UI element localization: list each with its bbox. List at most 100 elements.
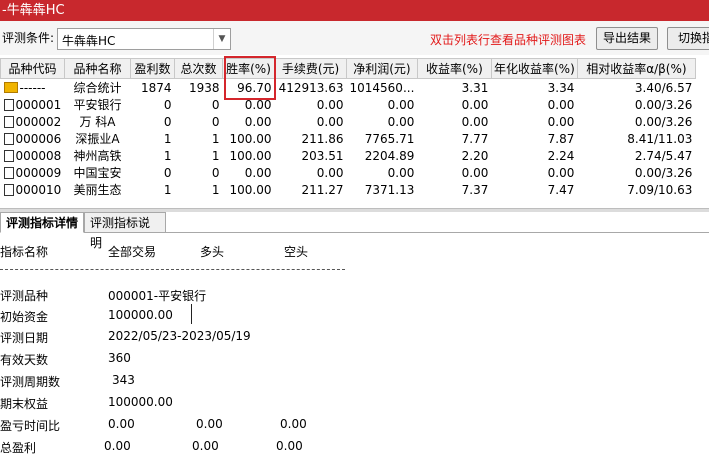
cell: 100.00 [229,182,272,197]
cell: 0.00 [244,165,272,180]
metric-value-long: 0.00 [192,439,219,453]
name-cell: 美丽生态 [73,183,122,197]
cell: 7.47 [547,182,575,197]
cell: 1 [211,148,220,163]
cell: 0.00 [316,165,344,180]
cell: 0.00 [461,165,489,180]
condition-bar: 评测条件: 牛犇犇HC ▼ 双击列表行查看品种评测图表 导出结果 切换指 [0,21,709,55]
cell: 0.00 [387,97,415,112]
cell: 412913.63 [278,80,344,95]
summary-folder-icon [3,81,18,93]
metric-value: 100000.00 [108,308,173,322]
hint-text: 双击列表行查看品种评测图表 [430,33,587,47]
table-row[interactable]: 000009 中国宝安 0 0 0.00 0.00 0.00 0.00 0.00… [1,164,696,181]
table-row[interactable]: 000006 深振业A 1 1 100.00 211.86 7765.71 7.… [1,130,696,147]
cell: 3.31 [461,80,489,95]
chevron-down-icon[interactable]: ▼ [213,29,230,49]
cell: 7.09/10.63 [627,182,693,197]
cell: 0.00 [387,165,415,180]
cell: 1 [211,182,220,197]
code-cell: 000008 [1,147,65,164]
cell: 1938 [188,80,220,95]
cell: 7765.71 [364,131,415,146]
document-icon [3,149,14,162]
cell: 3.34 [547,80,575,95]
switch-button[interactable]: 切换指 [667,27,709,50]
name-cell: 综合统计 [73,81,122,95]
table-row[interactable]: 000001 平安银行 0 0 0.00 0.00 0.00 0.00 0.00… [1,96,696,113]
detail-tabs: 评测指标详情 评测指标说明 [0,212,709,250]
cell: 0.00 [387,114,415,129]
column-header[interactable]: 胜率(%) [222,58,275,79]
metric-label: 评测周期数 [0,375,61,389]
cell: 0.00 [244,97,272,112]
column-header[interactable]: 品种代码 [0,58,65,79]
document-icon [3,166,14,179]
metric-value: 000001-平安银行 [108,289,207,303]
cell: 1874 [140,80,172,95]
cell: 1 [211,131,220,146]
text-cursor [191,304,192,324]
header-name: 指标名称 [0,245,49,259]
cell: 3.40/6.57 [634,80,693,95]
document-icon [3,98,14,111]
tab-detail[interactable]: 评测指标详情 [0,212,84,233]
table-row[interactable]: 000008 神州高铁 1 1 100.00 203.51 2204.89 2.… [1,147,696,164]
tab-explain[interactable]: 评测指标说明 [84,212,166,250]
column-header[interactable]: 收益率(%) [416,58,492,79]
cell: 0.00 [547,114,575,129]
cell: 100.00 [229,131,272,146]
cell: 0 [163,114,172,129]
cell: 7.87 [547,131,575,146]
column-header[interactable]: 盈利数 [130,58,175,79]
column-header[interactable]: 品种名称 [64,58,131,79]
name-cell: 神州高铁 [73,149,122,163]
name-cell: 万 科A [79,115,116,129]
cell: 0.00 [547,165,575,180]
window-title: -牛犇犇HC [0,0,709,21]
table-row[interactable]: 000010 美丽生态 1 1 100.00 211.27 7371.13 7.… [1,181,696,198]
column-header[interactable]: 净利润(元) [346,58,418,79]
metric-value: 360 [108,351,131,365]
metric-label: 盈亏时间比 [0,419,61,433]
cell: 2.20 [461,148,489,163]
cell: 0.00 [547,97,575,112]
column-header[interactable]: 总次数 [174,58,223,79]
cell: 0.00/3.26 [634,97,693,112]
metric-label: 期末权益 [0,397,49,411]
cell: 0 [163,97,172,112]
code-cell: 000001 [1,96,65,113]
cell: 0 [211,97,220,112]
table-row[interactable]: 000002 万 科A 0 0 0.00 0.00 0.00 0.00 0.00… [1,113,696,130]
metric-value: 0.00 [104,439,131,453]
cell: 2.24 [547,148,575,163]
condition-select[interactable]: 牛犇犇HC ▼ [57,28,231,50]
header-all: 全部交易 [108,245,157,259]
metric-value-long: 0.00 [196,417,223,431]
metric-label: 总盈利 [0,441,37,455]
cell: 0.00 [244,114,272,129]
export-button[interactable]: 导出结果 [596,27,658,50]
cell: 0 [163,165,172,180]
cell: 1014560... [349,80,415,95]
name-cell: 中国宝安 [73,166,122,180]
cell: 7.37 [461,182,489,197]
code-cell: 000002 [1,113,65,130]
cell: 7371.13 [364,182,415,197]
detail-panel: 指标名称 全部交易 多头 空头 评测品种 000001-平安银行 初始资金 10… [0,233,709,459]
cell: 211.27 [301,182,344,197]
cell: 1 [163,131,172,146]
column-header[interactable]: 年化收益率(%) [490,58,578,79]
document-icon [3,115,14,128]
winrate-cell: 96.70 [237,80,272,95]
metric-value: 2022/05/23-2023/05/19 [108,329,251,343]
table-row[interactable]: ------ 综合统计 1874 1938 96.70 412913.63 10… [1,79,696,97]
table-header-row: 品种代码 品种名称 盈利数 总次数 胜率(%) 手续费(元) 净利润(元) 收益… [0,58,696,79]
metric-label: 评测日期 [0,331,49,345]
header-long: 多头 [200,245,225,259]
column-header[interactable]: 手续费(元) [274,58,347,79]
column-header[interactable]: 相对收益率α/β(%) [576,58,696,79]
cell: 2.74/5.47 [634,148,693,163]
cell: 203.51 [301,148,344,163]
cell: 0.00 [316,97,344,112]
